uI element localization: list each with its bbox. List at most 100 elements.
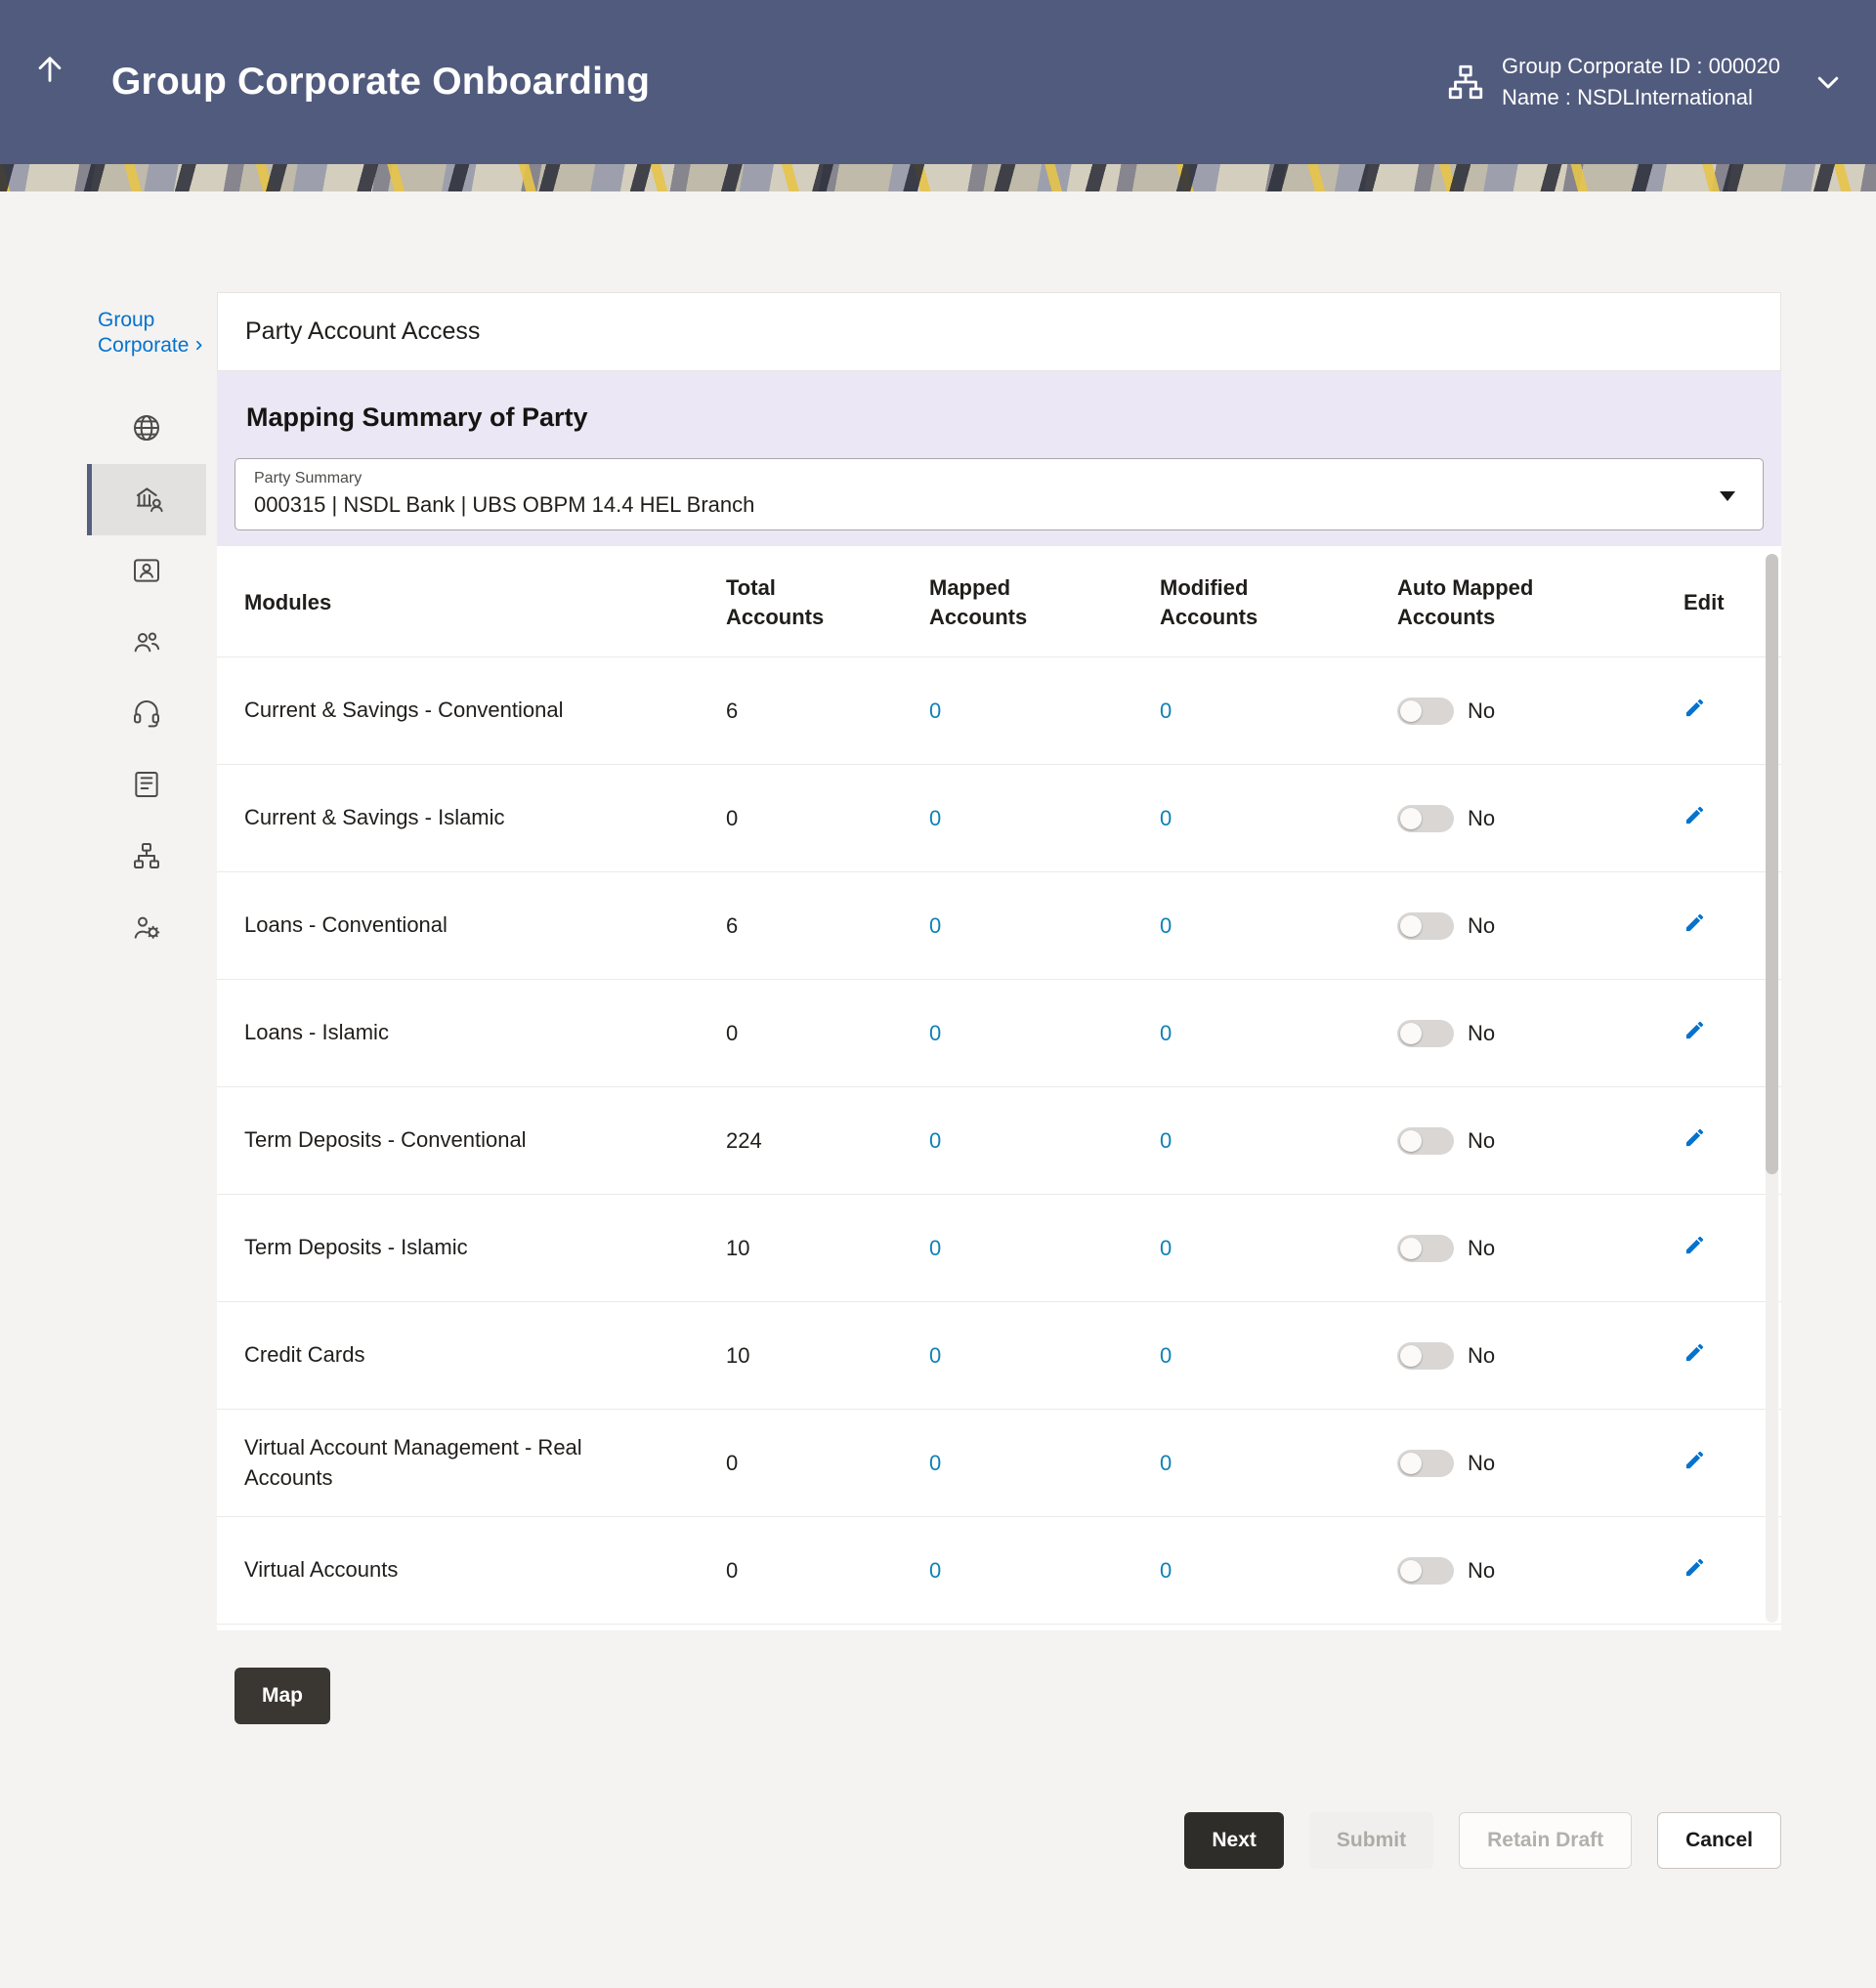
sidebar-item-user-settings[interactable] <box>87 892 206 963</box>
table-row: Loans - Islamic000No <box>217 980 1781 1087</box>
auto-mapped-label: No <box>1468 1451 1495 1476</box>
users-icon <box>131 626 162 657</box>
modified-accounts-link[interactable]: 0 <box>1160 1021 1397 1046</box>
col-header-auto-mapped-accounts: Auto Mapped Accounts <box>1397 573 1544 631</box>
group-corporate-id: Group Corporate ID : 000020 <box>1502 51 1780 82</box>
auto-mapped-toggle[interactable] <box>1397 1127 1454 1155</box>
section-title: Mapping Summary of Party <box>246 402 1764 433</box>
party-summary-select[interactable]: Party Summary 000315 | NSDL Bank | UBS O… <box>234 458 1764 530</box>
scroll-top-arrow-icon[interactable] <box>33 53 66 86</box>
page-title: Party Account Access <box>217 292 1781 371</box>
sidebar-item-report[interactable] <box>87 749 206 821</box>
table-row: Current & Savings - Conventional600No <box>217 657 1781 765</box>
auto-mapped-toggle[interactable] <box>1397 1342 1454 1370</box>
modified-accounts-link[interactable]: 0 <box>1160 698 1397 724</box>
module-name: Credit Cards <box>244 1340 655 1371</box>
modified-accounts-link[interactable]: 0 <box>1160 1558 1397 1584</box>
auto-mapped-toggle[interactable] <box>1397 1020 1454 1047</box>
edit-icon[interactable] <box>1684 804 1706 826</box>
modified-accounts-link[interactable]: 0 <box>1160 1236 1397 1261</box>
mapped-accounts-link[interactable]: 0 <box>929 1021 1160 1046</box>
auto-mapped-toggle[interactable] <box>1397 1450 1454 1477</box>
sidebar-item-user-id[interactable] <box>87 535 206 607</box>
edit-icon[interactable] <box>1684 1019 1706 1041</box>
mapped-accounts-link[interactable]: 0 <box>929 698 1160 724</box>
module-name: Loans - Islamic <box>244 1018 655 1048</box>
mapped-accounts-link[interactable]: 0 <box>929 806 1160 831</box>
party-account-access-icon <box>134 484 165 515</box>
table-scrollbar-thumb[interactable] <box>1766 554 1778 1174</box>
total-accounts-value: 10 <box>726 1236 929 1261</box>
report-icon <box>131 769 162 800</box>
mapped-accounts-link[interactable]: 0 <box>929 1451 1160 1476</box>
edit-icon[interactable] <box>1684 1556 1706 1579</box>
support-headset-icon <box>131 698 162 729</box>
party-summary-value: 000315 | NSDL Bank | UBS OBPM 14.4 HEL B… <box>235 487 1763 518</box>
auto-mapped-toggle[interactable] <box>1397 1557 1454 1585</box>
modified-accounts-link[interactable]: 0 <box>1160 913 1397 939</box>
map-button[interactable]: Map <box>234 1668 330 1724</box>
sidebar-item-support[interactable] <box>87 678 206 749</box>
edit-icon[interactable] <box>1684 1341 1706 1364</box>
edit-icon[interactable] <box>1684 697 1706 719</box>
table-header-row: Modules Total Accounts Mapped Accounts M… <box>217 546 1781 657</box>
auto-mapped-label: No <box>1468 1558 1495 1584</box>
edit-icon[interactable] <box>1684 911 1706 934</box>
auto-mapped-toggle[interactable] <box>1397 912 1454 940</box>
auto-mapped-toggle[interactable] <box>1397 1235 1454 1262</box>
auto-mapped-label: No <box>1468 1128 1495 1154</box>
mapped-accounts-link[interactable]: 0 <box>929 1343 1160 1369</box>
col-header-modules: Modules <box>244 588 726 617</box>
decorative-banner <box>0 164 1876 191</box>
cancel-button[interactable]: Cancel <box>1657 1812 1781 1869</box>
chevron-down-icon[interactable] <box>1813 67 1843 97</box>
mapping-summary-table: Modules Total Accounts Mapped Accounts M… <box>217 546 1781 1630</box>
sidebar-item-workflow[interactable] <box>87 821 206 892</box>
mapped-accounts-link[interactable]: 0 <box>929 1558 1160 1584</box>
module-name: Virtual Accounts <box>244 1555 655 1586</box>
sidebar-item-globe[interactable] <box>87 393 206 464</box>
mapped-accounts-link[interactable]: 0 <box>929 913 1160 939</box>
table-body: Current & Savings - Conventional600NoCur… <box>217 657 1781 1625</box>
chevron-right-icon <box>192 339 205 352</box>
total-accounts-value: 0 <box>726 1451 929 1476</box>
modified-accounts-link[interactable]: 0 <box>1160 1343 1397 1369</box>
sidebar-item-users[interactable] <box>87 607 206 678</box>
col-header-total-accounts: Total Accounts <box>726 573 873 631</box>
modified-accounts-link[interactable]: 0 <box>1160 1128 1397 1154</box>
workflow-icon <box>131 840 162 871</box>
table-row: Term Deposits - Islamic1000No <box>217 1195 1781 1302</box>
edit-icon[interactable] <box>1684 1449 1706 1471</box>
total-accounts-value: 0 <box>726 806 929 831</box>
auto-mapped-label: No <box>1468 913 1495 939</box>
sidebar-item-party-account-access[interactable] <box>87 464 206 535</box>
submit-button[interactable]: Submit <box>1309 1812 1433 1869</box>
user-settings-icon <box>131 911 162 943</box>
footer-actions: Next Submit Retain Draft Cancel <box>217 1812 1781 1869</box>
mapped-accounts-link[interactable]: 0 <box>929 1236 1160 1261</box>
auto-mapped-label: No <box>1468 806 1495 831</box>
mapped-accounts-link[interactable]: 0 <box>929 1128 1160 1154</box>
module-name: Loans - Conventional <box>244 910 655 941</box>
edit-icon[interactable] <box>1684 1234 1706 1256</box>
total-accounts-value: 6 <box>726 913 929 939</box>
breadcrumb-group-corporate[interactable]: Group Corporate <box>98 308 207 360</box>
next-button[interactable]: Next <box>1184 1812 1284 1869</box>
modified-accounts-link[interactable]: 0 <box>1160 806 1397 831</box>
col-header-edit: Edit <box>1684 588 1736 617</box>
party-summary-label: Party Summary <box>235 459 1763 487</box>
auto-mapped-label: No <box>1468 1021 1495 1046</box>
dropdown-caret-icon[interactable] <box>1720 491 1735 501</box>
total-accounts-value: 224 <box>726 1128 929 1154</box>
auto-mapped-toggle[interactable] <box>1397 805 1454 832</box>
edit-icon[interactable] <box>1684 1126 1706 1149</box>
group-corporate-name: Name : NSDLInternational <box>1502 82 1780 113</box>
left-navigation: Group Corporate <box>0 292 217 1869</box>
table-row: Credit Cards1000No <box>217 1302 1781 1410</box>
auto-mapped-toggle[interactable] <box>1397 698 1454 725</box>
retain-draft-button[interactable]: Retain Draft <box>1459 1812 1632 1869</box>
mapping-summary-section: Mapping Summary of Party Party Summary 0… <box>217 371 1781 546</box>
table-scrollbar[interactable] <box>1766 554 1778 1623</box>
modified-accounts-link[interactable]: 0 <box>1160 1451 1397 1476</box>
module-name: Virtual Account Management - Real Accoun… <box>244 1433 655 1494</box>
